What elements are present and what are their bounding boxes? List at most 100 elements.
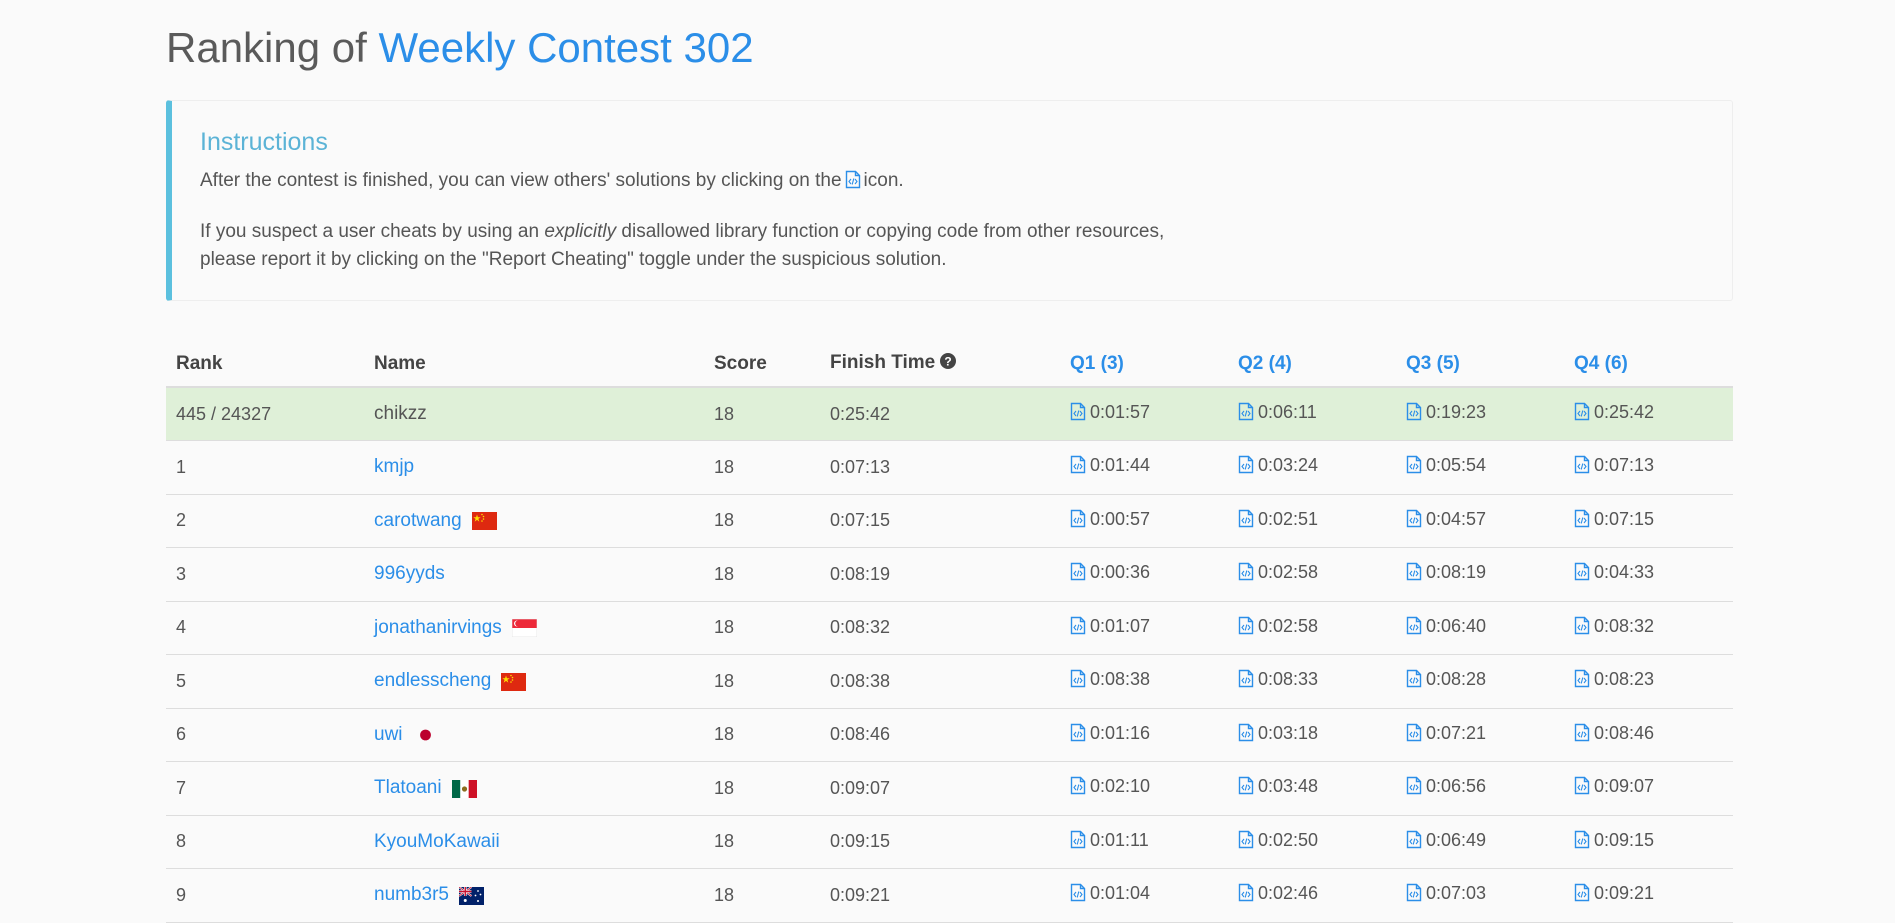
q1-time-cell[interactable]: 0:01:04	[1060, 868, 1228, 923]
q4-link[interactable]: Q4 (6)	[1574, 353, 1628, 374]
q3-time-cell[interactable]: 0:07:03	[1396, 868, 1564, 923]
q4-time-cell[interactable]: 0:07:15	[1564, 494, 1733, 548]
q1-time-cell[interactable]: 0:01:07	[1060, 601, 1228, 655]
q4-header[interactable]: Q4 (6)	[1564, 341, 1733, 388]
code-file-icon[interactable]	[1070, 509, 1086, 533]
code-file-icon[interactable]	[1574, 830, 1590, 854]
code-file-icon[interactable]	[1406, 402, 1422, 426]
q3-time-cell[interactable]: 0:08:28	[1396, 654, 1564, 709]
code-file-icon[interactable]	[1070, 562, 1086, 586]
q2-time-cell[interactable]: 0:02:46	[1228, 868, 1396, 923]
q4-time-cell[interactable]: 0:04:33	[1564, 547, 1733, 602]
q4-time-cell[interactable]: 0:07:13	[1564, 440, 1733, 495]
q1-time-cell[interactable]: 0:00:36	[1060, 547, 1228, 602]
code-file-icon[interactable]	[1238, 883, 1254, 907]
user-profile-link[interactable]: KyouMoKawaii	[374, 831, 500, 852]
q1-time-cell[interactable]: 0:01:16	[1060, 708, 1228, 762]
q4-time-cell[interactable]: 0:08:32	[1564, 601, 1733, 655]
q2-time-cell[interactable]: 0:08:33	[1228, 654, 1396, 709]
code-file-icon[interactable]	[1574, 669, 1590, 693]
q3-header[interactable]: Q3 (5)	[1396, 341, 1564, 388]
code-file-icon[interactable]	[1406, 562, 1422, 586]
q1-time-cell[interactable]: 0:08:38	[1060, 654, 1228, 709]
q2-time-cell[interactable]: 0:02:51	[1228, 494, 1396, 548]
q2-time-cell[interactable]: 0:02:58	[1228, 547, 1396, 602]
user-profile-link[interactable]: Tlatoani	[374, 777, 442, 798]
code-file-icon[interactable]	[1406, 830, 1422, 854]
code-file-icon[interactable]	[1574, 562, 1590, 586]
table-row: 4 jonathanirvings 18 0:08:32 0:01:07 0:02:58 0…	[166, 601, 1733, 655]
q1-link[interactable]: Q1 (3)	[1070, 353, 1124, 374]
q2-link[interactable]: Q2 (4)	[1238, 353, 1292, 374]
code-file-icon[interactable]	[1574, 402, 1590, 426]
q1-time-cell[interactable]: 0:01:57	[1060, 387, 1228, 441]
q3-time-cell[interactable]: 0:06:49	[1396, 815, 1564, 869]
user-profile-link[interactable]: 996yyds	[374, 563, 445, 584]
q3-link[interactable]: Q3 (5)	[1406, 353, 1460, 374]
code-file-icon[interactable]	[1406, 776, 1422, 800]
contest-link[interactable]: Weekly Contest 302	[378, 24, 753, 71]
q1-time-cell[interactable]: 0:00:57	[1060, 494, 1228, 548]
code-file-icon[interactable]	[1238, 830, 1254, 854]
q3-time-cell[interactable]: 0:04:57	[1396, 494, 1564, 548]
q3-time-cell[interactable]: 0:06:40	[1396, 601, 1564, 655]
user-profile-link[interactable]: kmjp	[374, 456, 414, 477]
code-file-icon[interactable]	[1070, 455, 1086, 479]
code-file-icon[interactable]	[1238, 509, 1254, 533]
code-file-icon[interactable]	[1238, 402, 1254, 426]
code-file-icon[interactable]	[1406, 455, 1422, 479]
code-file-icon[interactable]	[1406, 509, 1422, 533]
user-profile-link[interactable]: endlesscheng	[374, 670, 491, 691]
q2-time-cell[interactable]: 0:02:50	[1228, 815, 1396, 869]
q2-time-cell[interactable]: 0:02:58	[1228, 601, 1396, 655]
q2-time-cell[interactable]: 0:06:11	[1228, 387, 1396, 441]
code-file-icon[interactable]	[1070, 883, 1086, 907]
code-file-icon[interactable]	[1574, 883, 1590, 907]
code-file-icon[interactable]	[1574, 723, 1590, 747]
q2-time-cell[interactable]: 0:03:48	[1228, 761, 1396, 816]
user-profile-link[interactable]: uwi	[374, 724, 403, 745]
code-file-icon[interactable]	[1574, 616, 1590, 640]
code-file-icon[interactable]	[1070, 776, 1086, 800]
code-file-icon[interactable]	[1070, 402, 1086, 426]
q-time: 0:08:23	[1594, 669, 1655, 690]
code-file-icon[interactable]	[1238, 669, 1254, 693]
q4-time-cell[interactable]: 0:09:15	[1564, 815, 1733, 869]
user-profile-link[interactable]: carotwang	[374, 510, 462, 531]
q4-time-cell[interactable]: 0:08:46	[1564, 708, 1733, 762]
q4-time-cell[interactable]: 0:25:42	[1564, 387, 1733, 441]
code-file-icon[interactable]	[1406, 883, 1422, 907]
code-file-icon[interactable]	[1238, 723, 1254, 747]
q3-time-cell[interactable]: 0:05:54	[1396, 440, 1564, 495]
code-file-icon[interactable]	[1574, 776, 1590, 800]
q3-time-cell[interactable]: 0:08:19	[1396, 547, 1564, 602]
q1-time-cell[interactable]: 0:01:44	[1060, 440, 1228, 495]
user-profile-link[interactable]: jonathanirvings	[374, 617, 502, 638]
q1-time-cell[interactable]: 0:02:10	[1060, 761, 1228, 816]
code-file-icon[interactable]	[1238, 776, 1254, 800]
code-file-icon[interactable]	[1070, 616, 1086, 640]
code-file-icon[interactable]	[1406, 669, 1422, 693]
code-file-icon[interactable]	[1238, 562, 1254, 586]
q2-header[interactable]: Q2 (4)	[1228, 341, 1396, 388]
q3-time-cell[interactable]: 0:19:23	[1396, 387, 1564, 441]
q3-time-cell[interactable]: 0:06:56	[1396, 761, 1564, 816]
q4-time-cell[interactable]: 0:09:07	[1564, 761, 1733, 816]
question-circle-icon[interactable]: ?	[939, 352, 957, 376]
q1-time-cell[interactable]: 0:01:11	[1060, 815, 1228, 869]
code-file-icon[interactable]	[1238, 616, 1254, 640]
q2-time-cell[interactable]: 0:03:18	[1228, 708, 1396, 762]
code-file-icon[interactable]	[1406, 723, 1422, 747]
q2-time-cell[interactable]: 0:03:24	[1228, 440, 1396, 495]
q4-time-cell[interactable]: 0:09:21	[1564, 868, 1733, 923]
code-file-icon[interactable]	[1070, 723, 1086, 747]
q4-time-cell[interactable]: 0:08:23	[1564, 654, 1733, 709]
code-file-icon[interactable]	[1070, 669, 1086, 693]
q1-header[interactable]: Q1 (3)	[1060, 341, 1228, 388]
code-file-icon[interactable]	[1574, 509, 1590, 533]
code-file-icon[interactable]	[1238, 455, 1254, 479]
q3-time-cell[interactable]: 0:07:21	[1396, 708, 1564, 762]
code-file-icon[interactable]	[1406, 616, 1422, 640]
code-file-icon[interactable]	[1070, 830, 1086, 854]
code-file-icon[interactable]	[1574, 455, 1590, 479]
